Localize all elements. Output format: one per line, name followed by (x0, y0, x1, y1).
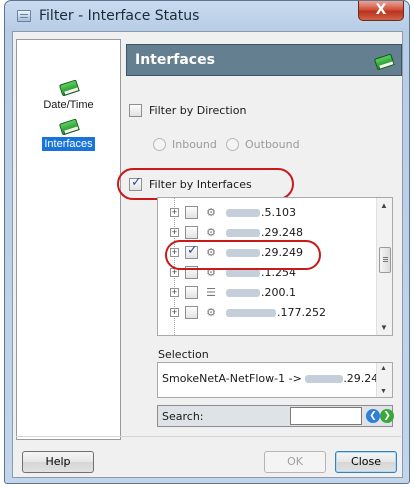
filter-direction-checkbox[interactable] (129, 104, 142, 117)
interface-checkbox[interactable] (185, 306, 198, 319)
green-book-icon (58, 117, 79, 136)
close-button[interactable]: Close (335, 451, 397, 473)
interface-icon: ⚙ (206, 206, 216, 219)
selection-label: Selection (158, 348, 209, 361)
interface-checkbox[interactable] (185, 206, 198, 219)
scroll-down-icon[interactable]: ▼ (380, 388, 387, 395)
search-input[interactable] (290, 407, 362, 425)
scroll-down-icon[interactable]: ▼ (380, 323, 388, 332)
search-label: Search: (162, 410, 204, 423)
outbound-radio[interactable] (226, 138, 239, 151)
search-previous-icon[interactable]: ❮ (366, 409, 380, 423)
sidebar-item-interfaces[interactable]: Interfaces (17, 119, 120, 151)
highlight-oval-filter (117, 168, 294, 200)
title-bar[interactable]: Filter - Interface Status X (5, 1, 409, 31)
expand-icon[interactable]: + (170, 288, 179, 297)
outbound-label: Outbound (245, 138, 300, 151)
selection-prefix: SmokeNetA-NetFlow-1 -> (162, 372, 306, 385)
filter-direction-label: Filter by Direction (149, 104, 247, 117)
ok-button[interactable]: OK (264, 451, 326, 473)
inbound-label: Inbound (172, 138, 217, 151)
filter-dialog: Filter - Interface Status X Date/Time In… (4, 0, 410, 484)
redacted-address (226, 229, 260, 237)
tree-row[interactable]: + ⚙ .177.252 (158, 303, 378, 323)
tree-scrollbar[interactable]: ▲ ▼ (376, 198, 392, 335)
interface-address: .177.252 (277, 306, 326, 319)
tree-row[interactable]: + ☰ .200.1 (158, 283, 378, 303)
help-button[interactable]: Help (22, 451, 94, 473)
scroll-up-icon[interactable]: ▲ (380, 201, 388, 210)
expand-icon[interactable]: + (170, 228, 179, 237)
interface-checkbox[interactable] (185, 226, 198, 239)
redacted-address (305, 375, 344, 383)
interface-icon: ⚙ (206, 306, 216, 319)
tree-row[interactable]: + ⚙ .5.103 (158, 203, 378, 223)
panel-title: Interfaces (135, 52, 215, 68)
redacted-address (226, 289, 260, 297)
green-book-icon (373, 52, 394, 71)
expand-icon[interactable]: + (170, 308, 179, 317)
interface-icon: ⚙ (206, 226, 216, 239)
redacted-address (226, 309, 276, 317)
dialog-body: Date/Time Interfaces Interfaces Filter b… (12, 31, 403, 478)
highlight-oval-row (165, 240, 321, 270)
panel-header: Interfaces (126, 44, 402, 76)
redacted-address (226, 209, 260, 217)
search-bar: Search: ❮ ❯ (157, 405, 394, 427)
switch-icon: ☰ (206, 286, 216, 299)
sidebar-item-label: Interfaces (42, 137, 95, 151)
scroll-thumb[interactable] (379, 247, 391, 273)
window-close-button[interactable]: X (358, 1, 404, 21)
button-divider (16, 436, 401, 437)
selection-scrollbar[interactable]: ▲ ▼ (376, 363, 392, 397)
window-title: Filter - Interface Status (39, 8, 200, 24)
sidebar-item-datetime[interactable]: Date/Time (17, 80, 120, 112)
window-icon (17, 10, 31, 22)
interface-address: .5.103 (261, 206, 296, 219)
interface-address: .29.248 (261, 226, 303, 239)
sidebar-item-label: Date/Time (43, 99, 94, 111)
inbound-radio[interactable] (153, 138, 166, 151)
interface-checkbox[interactable] (185, 286, 198, 299)
selection-box[interactable]: SmokeNetA-NetFlow-1 -> .29.249 ▲ ▼ (157, 362, 393, 398)
scroll-up-icon[interactable]: ▲ (380, 365, 387, 372)
expand-icon[interactable]: + (170, 208, 179, 217)
redacted-address (226, 269, 260, 277)
selection-text: SmokeNetA-NetFlow-1 -> .29.249 (162, 372, 385, 385)
sidebar-nav: Date/Time Interfaces (16, 39, 121, 440)
search-next-icon[interactable]: ❯ (380, 409, 394, 423)
interface-address: .200.1 (261, 286, 296, 299)
green-book-icon (58, 78, 79, 97)
